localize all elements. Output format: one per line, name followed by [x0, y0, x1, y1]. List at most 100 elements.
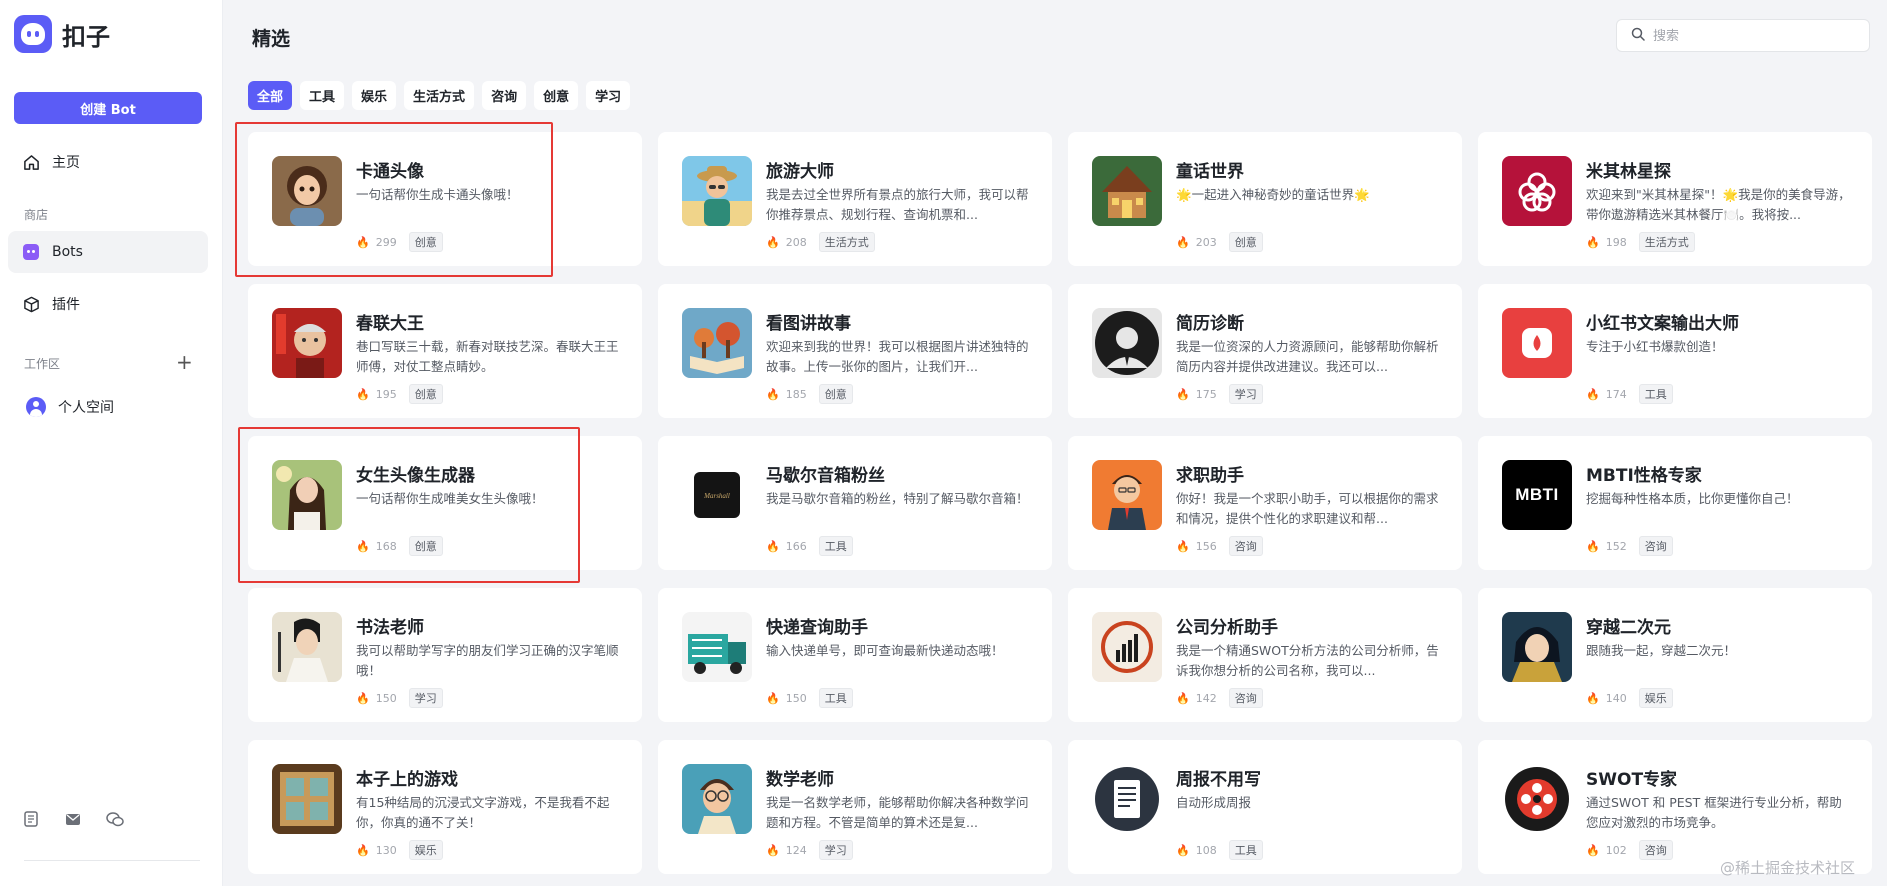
create-bot-button[interactable]: 创建 Bot — [14, 92, 202, 124]
cube-icon — [22, 295, 40, 313]
usage-count: 185 — [785, 387, 807, 401]
bot-meta: 🔥 208 生活方式 — [766, 232, 875, 252]
category-badge: 咨询 — [1228, 536, 1263, 556]
bot-description: 自动形成周报 — [1176, 795, 1252, 810]
category-badge: 创意 — [1228, 232, 1263, 252]
bot-avatar — [1502, 156, 1572, 226]
bot-description: 欢迎来到"米其林星探"！🌟我是你的美食导游，带你遨游精选米其林餐厅🍽️。我将按.… — [1586, 187, 1851, 222]
bot-card[interactable]: 周报不用写 自动形成周报 🔥 108 工具 — [1068, 740, 1462, 874]
bot-description: 我是一名数学老师，能够帮助你解决各种数学问题和方程。不管是简单的算术还是复... — [766, 795, 1029, 830]
sidebar-item-plugins[interactable]: 插件 — [8, 283, 208, 325]
tab-lifestyle[interactable]: 生活方式 — [404, 81, 475, 110]
usage-count: 140 — [1605, 691, 1627, 705]
fire-icon: 🔥 — [356, 387, 370, 401]
bot-meta: 🔥 142 咨询 — [1176, 688, 1263, 708]
bot-card[interactable]: 旅游大师 我是去过全世界所有景点的旅行大师，我可以帮你推荐景点、规划行程、查询机票… — [658, 132, 1052, 266]
category-badge: 工具 — [818, 688, 853, 708]
sidebar-item-personal-space[interactable]: 个人空间 — [8, 386, 208, 428]
add-workspace-icon[interactable]: + — [176, 352, 193, 372]
category-badge: 娱乐 — [408, 840, 443, 860]
bot-card[interactable]: 简历诊断我是一位资深的人力资源顾问，能够帮助你解析简历内容并提供改进建议。我还可… — [1068, 284, 1462, 418]
wechat-icon[interactable] — [106, 810, 124, 828]
bot-card[interactable]: 数学老师 我是一名数学老师，能够帮助你解决各种数学问题和方程。不管是简单的算术还是… — [658, 740, 1052, 874]
bot-card[interactable]: 小红书文案输出大师 专注于小红书爆款创造！ 🔥 174 工具 — [1478, 284, 1872, 418]
bot-card[interactable]: 米其林星探欢迎来到"米其林星探"！🌟我是你的美食导游，带你遨游精选米其林餐厅🍽️… — [1478, 132, 1872, 266]
sidebar: 扣子 创建 Bot 主页 商店 Bots 插件 工作区 + 个人空间 — [0, 0, 223, 886]
bot-avatar — [1092, 156, 1162, 226]
bot-card[interactable]: 书法老师 我可以帮助学写字的朋友们学习正确的汉字笔顺哦！ 🔥 150 学习 — [248, 588, 642, 722]
usage-count: 198 — [1605, 235, 1627, 249]
bot-name: 米其林星探 — [1586, 162, 1671, 182]
usage-count: 108 — [1195, 843, 1217, 857]
bot-avatar — [1502, 308, 1572, 378]
search-box[interactable] — [1616, 19, 1870, 52]
sidebar-item-home[interactable]: 主页 — [8, 141, 208, 183]
bot-name: 旅游大师 — [766, 162, 834, 182]
bot-meta: 🔥 102 咨询 — [1586, 840, 1673, 860]
bot-avatar: Marshall — [682, 460, 752, 530]
usage-count: 175 — [1195, 387, 1217, 401]
category-badge: 工具 — [1638, 384, 1673, 404]
bot-description: 我是一位资深的人力资源顾问，能够帮助你解析简历内容并提供改进建议。我还可以... — [1176, 339, 1439, 374]
bot-meta: 🔥 185 创意 — [766, 384, 853, 404]
bot-description: 你好！我是一个求职小助手，可以根据你的需求和情况，提供个性化的求职建议和帮... — [1176, 491, 1439, 526]
app-logo[interactable]: 扣子 — [14, 14, 110, 54]
fire-icon: 🔥 — [766, 539, 780, 553]
bot-name: 书法老师 — [356, 618, 424, 638]
mail-icon[interactable] — [64, 810, 82, 828]
bot-name: MBTI性格专家 — [1586, 466, 1702, 486]
bot-description: 巷口写联三十载，新春对联技艺深。春联大王王师傅，对仗工整点睛妙。 — [356, 339, 619, 374]
app-name: 扣子 — [62, 22, 110, 51]
usage-count: 203 — [1195, 235, 1217, 249]
bot-avatar — [1092, 308, 1162, 378]
bot-name: 快递查询助手 — [766, 618, 868, 638]
document-icon[interactable] — [22, 810, 40, 828]
sidebar-item-label: 个人空间 — [58, 400, 114, 416]
tab-learning[interactable]: 学习 — [586, 81, 631, 110]
usage-count: 156 — [1195, 539, 1217, 553]
bot-avatar-text: MBTI — [1515, 485, 1559, 504]
bot-avatar — [1502, 764, 1572, 834]
bot-card[interactable]: 求职助手 你好！我是一个求职小助手，可以根据你的需求和情况，提供个性化的求职建议和… — [1068, 436, 1462, 570]
bot-card[interactable]: MBTI MBTI性格专家 挖掘每种性格本质，比你更懂你自己！ 🔥 152 咨询 — [1478, 436, 1872, 570]
fire-icon: 🔥 — [1176, 235, 1190, 249]
fire-icon: 🔥 — [1176, 387, 1190, 401]
sidebar-footer — [22, 810, 124, 828]
bot-name: 简历诊断 — [1176, 314, 1244, 334]
bot-card[interactable]: SWOT专家 通过SWOT 和 PEST 框架进行专业分析，帮助您应对激烈的市场竞… — [1478, 740, 1872, 874]
sidebar-item-bots[interactable]: Bots — [8, 231, 208, 273]
bot-avatar — [682, 764, 752, 834]
bot-name: 公司分析助手 — [1176, 618, 1278, 638]
highlight-box — [238, 427, 580, 583]
tab-tools[interactable]: 工具 — [300, 81, 345, 110]
bot-card[interactable]: 本子上的游戏 有15种结局的沉浸式文字游戏，不是我看不起你，你真的通不了关！ 🔥 13… — [248, 740, 642, 874]
tab-entertainment[interactable]: 娱乐 — [352, 81, 397, 110]
bot-card[interactable]: 快递查询助手 输入快递单号，即可查询最新快递动态哦！ 🔥 150 工具 — [658, 588, 1052, 722]
bot-meta: 🔥 203 创意 — [1176, 232, 1263, 252]
page-title: 精选 — [252, 28, 291, 50]
bot-meta: 🔥 174 工具 — [1586, 384, 1673, 404]
usage-count: 174 — [1605, 387, 1627, 401]
tab-creative[interactable]: 创意 — [534, 81, 579, 110]
bot-description: 挖掘每种性格本质，比你更懂你自己！ — [1586, 491, 1799, 506]
fire-icon: 🔥 — [766, 235, 780, 249]
search-input[interactable] — [1653, 28, 1853, 43]
fire-icon: 🔥 — [1176, 691, 1190, 705]
category-badge: 生活方式 — [818, 232, 875, 252]
tab-consulting[interactable]: 咨询 — [482, 81, 527, 110]
bot-card[interactable]: 春联大王 巷口写联三十载，新春对联技艺深。春联大王王师傅，对仗工整点睛妙。 🔥 195… — [248, 284, 642, 418]
usage-count: 150 — [375, 691, 397, 705]
bot-card[interactable]: 童话世界 🌟一起进入神秘奇妙的童话世界🌟 🔥 203 创意 — [1068, 132, 1462, 266]
bot-avatar — [272, 308, 342, 378]
sidebar-divider — [24, 860, 200, 861]
category-badge: 生活方式 — [1638, 232, 1695, 252]
category-badge: 学习 — [818, 840, 853, 860]
bot-card[interactable]: 看图讲故事 欢迎来到我的世界！我可以根据图片讲述独特的故事。上传一张你的图片，让我… — [658, 284, 1052, 418]
bot-meta: 🔥 108 工具 — [1176, 840, 1263, 860]
bot-card[interactable]: Marshall 马歇尔音箱粉丝 我是马歇尔音箱的粉丝，特别了解马歇尔音箱！ 🔥 166… — [658, 436, 1052, 570]
bot-meta: 🔥 198 生活方式 — [1586, 232, 1695, 252]
category-badge: 学习 — [408, 688, 443, 708]
bot-card[interactable]: 公司分析助手 我是一个精通SWOT分析方法的公司分析师，告诉我你想分析的公司名称，… — [1068, 588, 1462, 722]
bot-card[interactable]: 穿越二次元 跟随我一起，穿越二次元！ 🔥 140 娱乐 — [1478, 588, 1872, 722]
tab-all[interactable]: 全部 — [248, 81, 293, 110]
